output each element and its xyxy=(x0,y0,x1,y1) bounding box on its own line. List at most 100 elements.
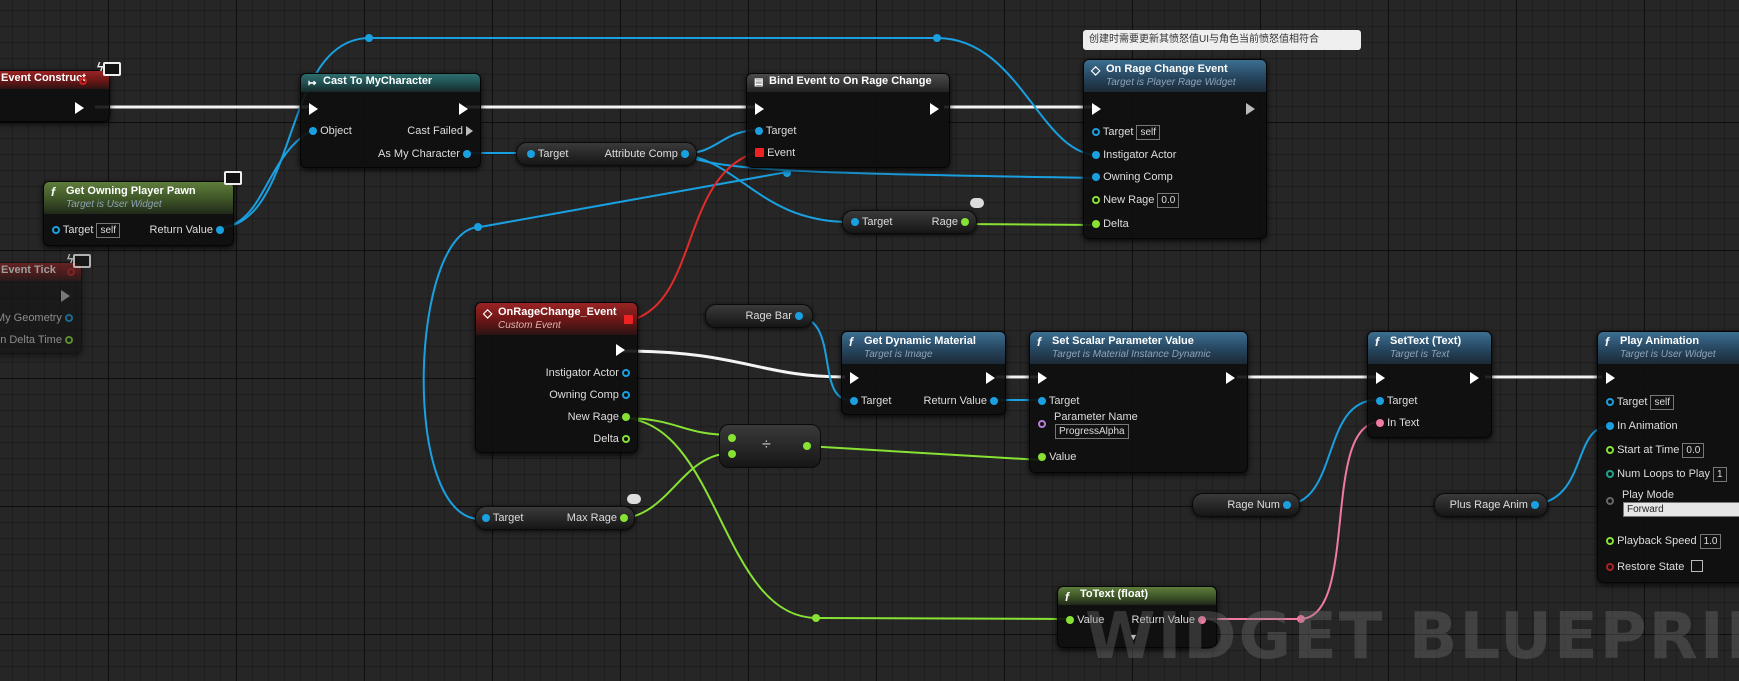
parameter-name-field[interactable]: ProgressAlpha xyxy=(1052,424,1129,439)
set-scalar-parameter-node[interactable]: f Set Scalar Parameter Value Target is M… xyxy=(1029,331,1248,473)
delta-pin[interactable]: Delta xyxy=(476,432,630,446)
owning-comp-pin[interactable]: Owning Comp xyxy=(1092,170,1173,184)
new-rage-pin[interactable]: New Rage xyxy=(476,410,630,424)
delta-time-pin[interactable]: n Delta Time xyxy=(0,333,73,347)
delta-pin[interactable]: Delta xyxy=(1092,217,1129,231)
input-b-pin[interactable] xyxy=(728,450,736,458)
rage-bar-variable[interactable]: Rage Bar xyxy=(705,304,813,328)
on-rage-change-event-node[interactable]: ◇ On Rage Change Event Target is Player … xyxy=(1083,59,1267,239)
new-rage-value[interactable]: 0.0 xyxy=(1157,193,1180,208)
exec-in-pin[interactable] xyxy=(1376,371,1385,385)
exec-in-pin[interactable] xyxy=(1606,371,1615,385)
new-rage-pin[interactable]: New Rage 0.0 xyxy=(1092,193,1180,208)
return-value-pin[interactable]: Return Value xyxy=(134,223,224,237)
attribute-comp-variable[interactable]: Target Attribute Comp xyxy=(516,142,697,166)
plus-rage-anim-variable[interactable]: Plus Rage Anim xyxy=(1434,493,1548,517)
object-pin[interactable]: Object xyxy=(309,124,352,138)
playback-speed-value[interactable]: 1.0 xyxy=(1699,534,1722,549)
num-loops-value[interactable]: 1 xyxy=(1713,467,1727,482)
max-rage-variable[interactable]: Target Max Rage xyxy=(475,506,635,530)
parameter-name-value[interactable]: ProgressAlpha xyxy=(1055,424,1129,439)
target-pin[interactable]: Target self xyxy=(1606,395,1674,410)
event-pin[interactable]: Event xyxy=(755,146,795,160)
target-pin[interactable]: Target xyxy=(1038,394,1079,408)
num-loops-pin[interactable]: Num Loops to Play 1 xyxy=(1606,467,1727,482)
pin-label: Rage xyxy=(931,216,958,228)
event-construct-node[interactable]: Event Construct xyxy=(0,70,110,122)
exec-in-pin[interactable] xyxy=(309,102,318,116)
in-animation-pin[interactable]: In Animation xyxy=(1606,419,1678,433)
geometry-pin[interactable]: My Geometry xyxy=(0,311,73,325)
bind-event-node[interactable]: ▤ Bind Event to On Rage Change Target Ev… xyxy=(746,73,950,168)
function-icon: f xyxy=(1065,590,1069,604)
playback-speed-pin[interactable]: Playback Speed 1.0 xyxy=(1606,534,1722,549)
exec-out-pin[interactable] xyxy=(930,102,939,116)
target-pin[interactable]: Target xyxy=(1376,394,1417,408)
target-pin[interactable]: Target xyxy=(851,215,892,229)
custom-event-node[interactable]: ◇ OnRageChange_Event Custom Event Instig… xyxy=(475,302,638,453)
exec-out-pin[interactable] xyxy=(61,289,70,303)
rage-num-variable[interactable]: Rage Num xyxy=(1192,493,1300,517)
exec-in-pin[interactable] xyxy=(755,102,764,116)
comment-bubble[interactable]: 创建时需要更新其愤怒值UI与角色当前愤怒值相符合 xyxy=(1083,30,1361,50)
target-self-value[interactable]: self xyxy=(1136,125,1160,140)
exec-out-pin[interactable] xyxy=(616,343,625,357)
monitor-icon xyxy=(73,254,91,268)
exec-out-pin[interactable] xyxy=(459,102,468,116)
as-my-character-pin[interactable]: As My Character xyxy=(341,147,471,161)
play-animation-node[interactable]: f Play Animation Target is User Widget T… xyxy=(1597,331,1739,583)
parameter-name-pin[interactable] xyxy=(1038,417,1046,431)
input-a-pin[interactable] xyxy=(728,434,736,442)
start-at-time-value[interactable]: 0.0 xyxy=(1682,443,1705,458)
start-at-time-pin[interactable]: Start at Time 0.0 xyxy=(1606,443,1705,458)
divide-node[interactable]: ÷ xyxy=(719,424,821,468)
plus-rage-anim-pin[interactable]: Plus Rage Anim xyxy=(1435,498,1539,512)
in-text-pin[interactable]: In Text xyxy=(1376,416,1419,430)
cast-to-mycharacter-node[interactable]: ↦ Cast To MyCharacter Object Cast Failed… xyxy=(300,73,481,168)
delegate-pin[interactable] xyxy=(67,268,75,276)
node-title: Play Animation xyxy=(1620,335,1700,347)
exec-in-pin[interactable] xyxy=(850,371,859,385)
cast-failed-pin[interactable]: Cast Failed xyxy=(361,124,473,138)
rage-bar-pin[interactable]: Rage Bar xyxy=(706,309,803,323)
max-rage-pin[interactable]: Max Rage xyxy=(536,511,628,525)
rage-pin[interactable]: Rage xyxy=(903,215,969,229)
event-tick-node[interactable]: Event Tick My Geometry n Delta Time xyxy=(0,262,82,354)
delegate-pin[interactable] xyxy=(624,315,633,324)
target-pin[interactable]: Target self xyxy=(1092,125,1160,140)
exec-out-pin[interactable] xyxy=(1470,371,1479,385)
target-pin[interactable]: Target xyxy=(850,394,891,408)
play-mode-pin[interactable] xyxy=(1606,494,1614,508)
output-pin[interactable] xyxy=(803,442,811,450)
exec-in-pin[interactable] xyxy=(1038,371,1047,385)
cast-icon: ↦ xyxy=(308,78,317,89)
delegate-pin[interactable] xyxy=(79,77,87,85)
return-value-pin[interactable]: Return Value xyxy=(902,394,998,408)
pin-label: Event xyxy=(767,147,796,159)
play-mode-value[interactable]: Forward xyxy=(1623,502,1739,517)
exec-out-pin[interactable] xyxy=(986,371,995,385)
owning-comp-pin[interactable]: Owning Comp xyxy=(476,388,630,402)
instigator-actor-pin[interactable]: Instigator Actor xyxy=(1092,148,1176,162)
get-owning-player-pawn-node[interactable]: f Get Owning Player Pawn Target is User … xyxy=(43,181,234,246)
target-pin[interactable]: Target self xyxy=(52,223,120,238)
restore-state-pin[interactable]: Restore State xyxy=(1606,560,1704,574)
target-self-value[interactable]: self xyxy=(96,223,120,238)
rage-variable[interactable]: Target Rage xyxy=(842,210,977,234)
target-self-value[interactable]: self xyxy=(1650,395,1674,410)
value-pin[interactable]: Value xyxy=(1038,450,1076,464)
target-pin[interactable]: Target xyxy=(527,147,568,161)
set-text-node[interactable]: f SetText (Text) Target is Text Target I… xyxy=(1367,331,1492,438)
exec-out-pin[interactable] xyxy=(75,101,84,115)
exec-out-pin[interactable] xyxy=(1246,102,1255,116)
play-mode-dropdown[interactable]: Forward xyxy=(1620,502,1739,517)
target-pin[interactable]: Target xyxy=(482,511,523,525)
instigator-actor-pin[interactable]: Instigator Actor xyxy=(476,366,630,380)
exec-in-pin[interactable] xyxy=(1092,102,1101,116)
restore-state-checkbox[interactable] xyxy=(1691,560,1704,572)
exec-out-pin[interactable] xyxy=(1226,371,1235,385)
target-pin[interactable]: Target xyxy=(755,124,796,138)
rage-num-pin[interactable]: Rage Num xyxy=(1193,498,1291,512)
attribute-comp-pin[interactable]: Attribute Comp xyxy=(587,147,689,161)
get-dynamic-material-node[interactable]: f Get Dynamic Material Target is Image T… xyxy=(841,331,1006,415)
